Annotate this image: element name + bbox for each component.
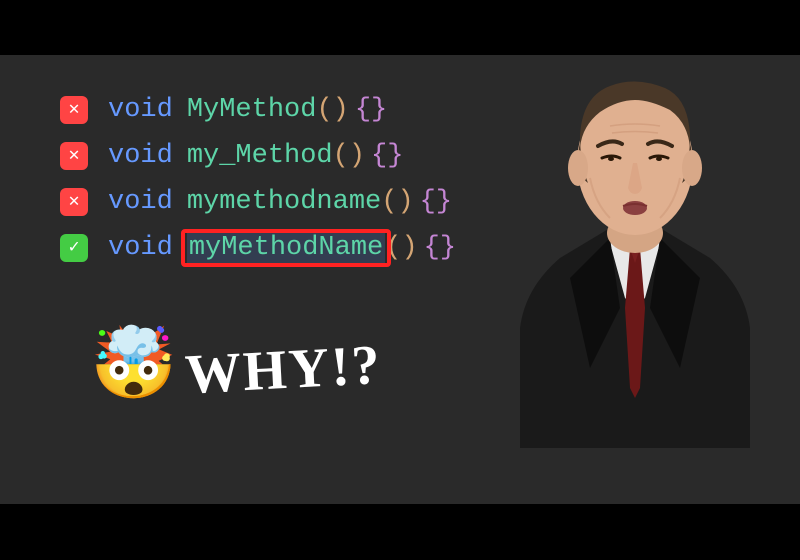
braces: {} [424, 233, 456, 263]
letterbox-top [0, 0, 800, 55]
mindblown-emoji: 🤯 [90, 335, 177, 405]
keyword-void: void [108, 95, 173, 125]
keyword-void: void [108, 187, 173, 217]
cross-icon: ✕ [60, 142, 88, 170]
braces: {} [355, 95, 387, 125]
method-name: mymethodname [187, 187, 381, 217]
cross-icon: ✕ [60, 96, 88, 124]
parentheses: () [385, 233, 417, 263]
person-photo [470, 48, 800, 448]
parentheses: () [381, 187, 413, 217]
parentheses: () [333, 141, 365, 171]
braces: {} [371, 141, 403, 171]
cross-icon: ✕ [60, 188, 88, 216]
why-text: WHY!? [184, 333, 384, 407]
keyword-void: void [108, 233, 173, 263]
thumbnail-content: ✕ void MyMethod () {} ✕ void my_Method (… [0, 55, 800, 504]
letterbox-bottom [0, 504, 800, 560]
braces: {} [420, 187, 452, 217]
keyword-void: void [108, 141, 173, 171]
parentheses: () [316, 95, 348, 125]
method-name-highlighted: myMethodName [187, 233, 385, 263]
check-icon: ✓ [60, 234, 88, 262]
method-name: MyMethod [187, 95, 317, 125]
method-name: my_Method [187, 141, 333, 171]
caption: 🤯 WHY!? [90, 335, 382, 405]
method-name-text: myMethodName [189, 233, 383, 263]
